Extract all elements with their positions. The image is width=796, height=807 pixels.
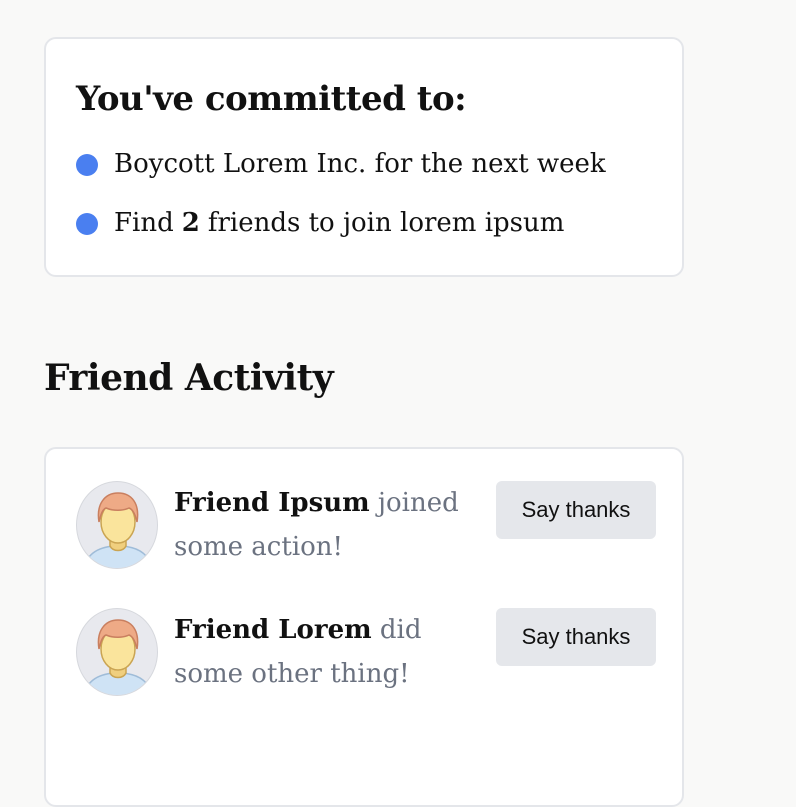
commitment-suffix: friends to join lorem ipsum: [207, 208, 565, 238]
commitment-prefix: Find: [114, 208, 174, 238]
friend-activity-card: Friend Ipsum joined some action! Say tha…: [44, 447, 684, 807]
say-thanks-button[interactable]: Say thanks: [496, 481, 656, 539]
commitment-text: Boycott Lorem Inc. for the next week: [114, 149, 606, 179]
commitments-list: Boycott Lorem Inc. for the next week Fin…: [76, 135, 652, 253]
commitments-title: You've committed to:: [76, 79, 467, 119]
activity-description: Friend Lorem did some other thing!: [174, 608, 464, 696]
friend-name: Friend Lorem: [174, 615, 372, 645]
bullet-dot-icon: [76, 212, 98, 235]
say-thanks-button[interactable]: Say thanks: [496, 608, 656, 666]
commitment-count: 2: [181, 208, 200, 238]
friend-name: Friend Ipsum: [174, 488, 370, 518]
commitment-item: Boycott Lorem Inc. for the next week: [76, 135, 652, 194]
activity-item: Friend Lorem did some other thing! Say t…: [76, 608, 656, 708]
friend-activity-title: Friend Activity: [44, 357, 334, 399]
commitment-item: Find 2 friends to join lorem ipsum: [76, 194, 652, 253]
activity-description: Friend Ipsum joined some action!: [174, 481, 464, 569]
person-avatar-graphic: [82, 619, 154, 695]
commitments-card: You've committed to: Boycott Lorem Inc. …: [44, 37, 684, 277]
person-avatar-icon: [76, 608, 158, 696]
person-avatar-graphic: [82, 492, 154, 568]
bullet-dot-icon: [76, 153, 98, 176]
activity-item: Friend Ipsum joined some action! Say tha…: [76, 481, 656, 581]
person-avatar-icon: [76, 481, 158, 569]
